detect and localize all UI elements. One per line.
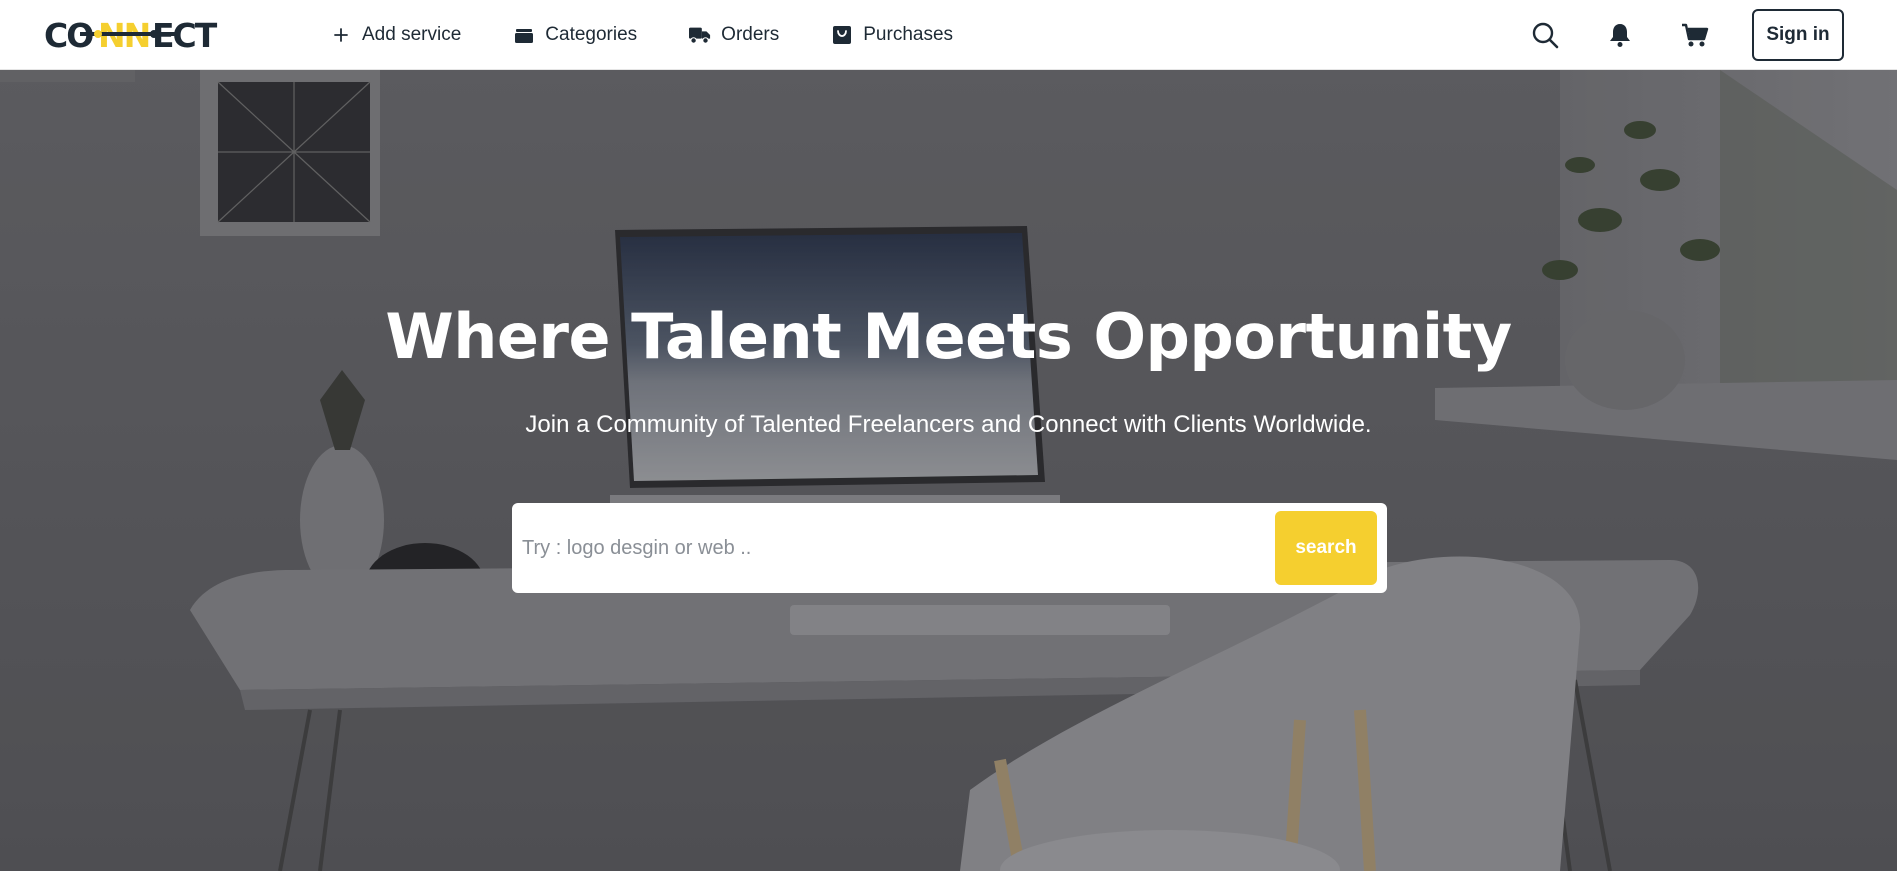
truck-icon [689, 24, 711, 46]
hero-subtitle: Join a Community of Talented Freelancers… [525, 411, 1372, 438]
bell-icon[interactable] [1602, 17, 1638, 53]
hero-search-box: search [512, 503, 1387, 593]
hero-section: Where Talent Meets Opportunity Join a Co… [0, 70, 1897, 871]
search-icon[interactable] [1527, 17, 1563, 53]
shopping-bag-icon [831, 24, 853, 46]
nav-categories[interactable]: Categories [513, 24, 637, 46]
hero-title: Where Talent Meets Opportunity [385, 300, 1512, 373]
nav-purchases-label: Purchases [863, 24, 954, 45]
hero-content: Where Talent Meets Opportunity Join a Co… [0, 70, 1897, 871]
top-navbar: CO NN ECT Add service Categories Orders [0, 0, 1897, 70]
nav-orders-label: Orders [721, 24, 780, 45]
cart-icon[interactable] [1677, 17, 1713, 53]
nav-actions: Sign in [1527, 0, 1897, 70]
service-search-input[interactable] [512, 518, 1275, 578]
main-nav: Add service Categories Orders Purchases [330, 0, 1005, 70]
nav-categories-label: Categories [545, 24, 638, 45]
plus-icon [330, 24, 352, 46]
box-icon [513, 24, 535, 46]
search-button[interactable]: search [1275, 511, 1377, 585]
nav-orders[interactable]: Orders [689, 24, 779, 46]
sign-in-button[interactable]: Sign in [1752, 9, 1844, 61]
connect-logo[interactable]: CO NN ECT [44, 14, 246, 54]
nav-purchases[interactable]: Purchases [831, 24, 953, 46]
nav-add-service[interactable]: Add service [330, 24, 461, 46]
nav-add-service-label: Add service [362, 24, 462, 45]
